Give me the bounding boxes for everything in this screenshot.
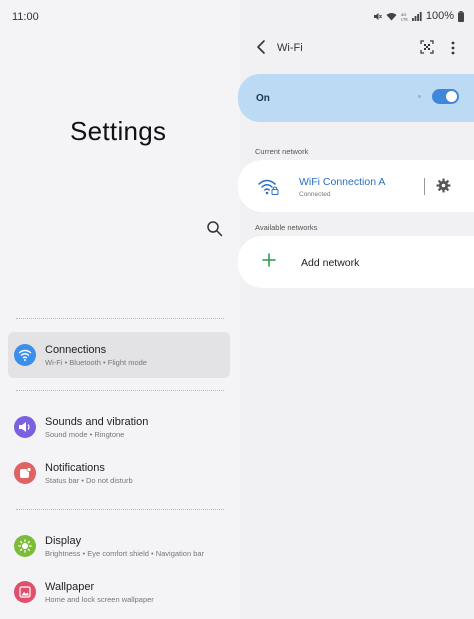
add-network-button[interactable]: Add network: [238, 236, 474, 288]
menu-item-subtitle: Status bar • Do not disturb: [45, 476, 133, 485]
menu-item-title: Notifications: [45, 462, 105, 474]
menu-item-subtitle: Sound mode • Ringtone: [45, 430, 125, 439]
current-network-card[interactable]: WiFi Connection A Connected: [238, 160, 474, 212]
volume-icon: [14, 416, 36, 438]
divider: [424, 178, 425, 195]
brightness-icon: [14, 535, 36, 557]
menu-item-title: Display: [45, 535, 82, 547]
status-bar: 11:00 4G LTE 100%: [0, 0, 474, 34]
wifi-page-title: Wi-Fi: [277, 42, 303, 54]
menu-item-wallpaper[interactable]: Wallpaper Home and lock screen wallpaper: [8, 569, 230, 615]
network-name[interactable]: WiFi Connection A: [299, 176, 385, 188]
menu-item-notifications[interactable]: Notifications Status bar • Do not distur…: [8, 450, 230, 496]
gear-icon[interactable]: [436, 178, 451, 193]
menu-item-subtitle: Home and lock screen wallpaper: [45, 595, 154, 604]
menu-item-title: Sounds and vibration: [45, 416, 149, 428]
menu-item-title: Connections: [45, 344, 107, 356]
menu-item-sounds-vibration[interactable]: Sounds and vibration Sound mode • Ringto…: [8, 404, 230, 450]
menu-item-subtitle: Brightness • Eye comfort shield • Naviga…: [45, 549, 205, 558]
menu-item-subtitle: Wi-Fi • Bluetooth • Flight mode: [45, 358, 147, 367]
divider: [16, 509, 224, 510]
svg-text:LTE: LTE: [401, 16, 408, 21]
mute-icon: [373, 12, 382, 21]
current-network-label: Current network: [255, 147, 309, 156]
more-options-icon[interactable]: [448, 39, 458, 57]
battery-percent: 100%: [425, 10, 454, 22]
status-time: 11:00: [12, 11, 39, 23]
wifi-master-switch-card[interactable]: On: [238, 74, 474, 122]
volte-icon: 4G LTE: [401, 12, 408, 21]
wallpaper-icon: [14, 581, 36, 603]
divider: [16, 318, 224, 319]
menu-item-display[interactable]: Display Brightness • Eye comfort shield …: [8, 523, 230, 569]
search-icon[interactable]: [205, 219, 225, 239]
network-status: Connected: [299, 191, 331, 198]
signal-icon: [411, 11, 422, 21]
toggle-hint-dot: [418, 95, 421, 98]
toggle-knob: [446, 91, 457, 102]
available-networks-label: Available networks: [255, 223, 318, 232]
qr-scan-icon[interactable]: [420, 40, 434, 54]
menu-item-connections[interactable]: Connections Wi-Fi • Bluetooth • Flight m…: [8, 332, 230, 378]
secured-wifi-icon: [258, 177, 280, 197]
wifi-toggle[interactable]: [432, 89, 459, 104]
wifi-icon: [14, 344, 36, 366]
divider: [16, 390, 224, 391]
menu-item-title: Wallpaper: [45, 581, 95, 593]
plus-icon: [262, 253, 276, 267]
wifi-status-icon: [386, 12, 397, 21]
wifi-on-label: On: [256, 93, 270, 104]
battery-icon: [458, 10, 464, 22]
page-title: Settings: [70, 116, 167, 146]
status-icons: 4G LTE 100%: [373, 10, 464, 22]
add-network-label: Add network: [301, 257, 360, 269]
back-icon[interactable]: [254, 38, 270, 56]
notification-icon: [14, 462, 36, 484]
settings-list-pane: Settings Connections Wi-Fi • Bluetooth •…: [0, 0, 240, 619]
